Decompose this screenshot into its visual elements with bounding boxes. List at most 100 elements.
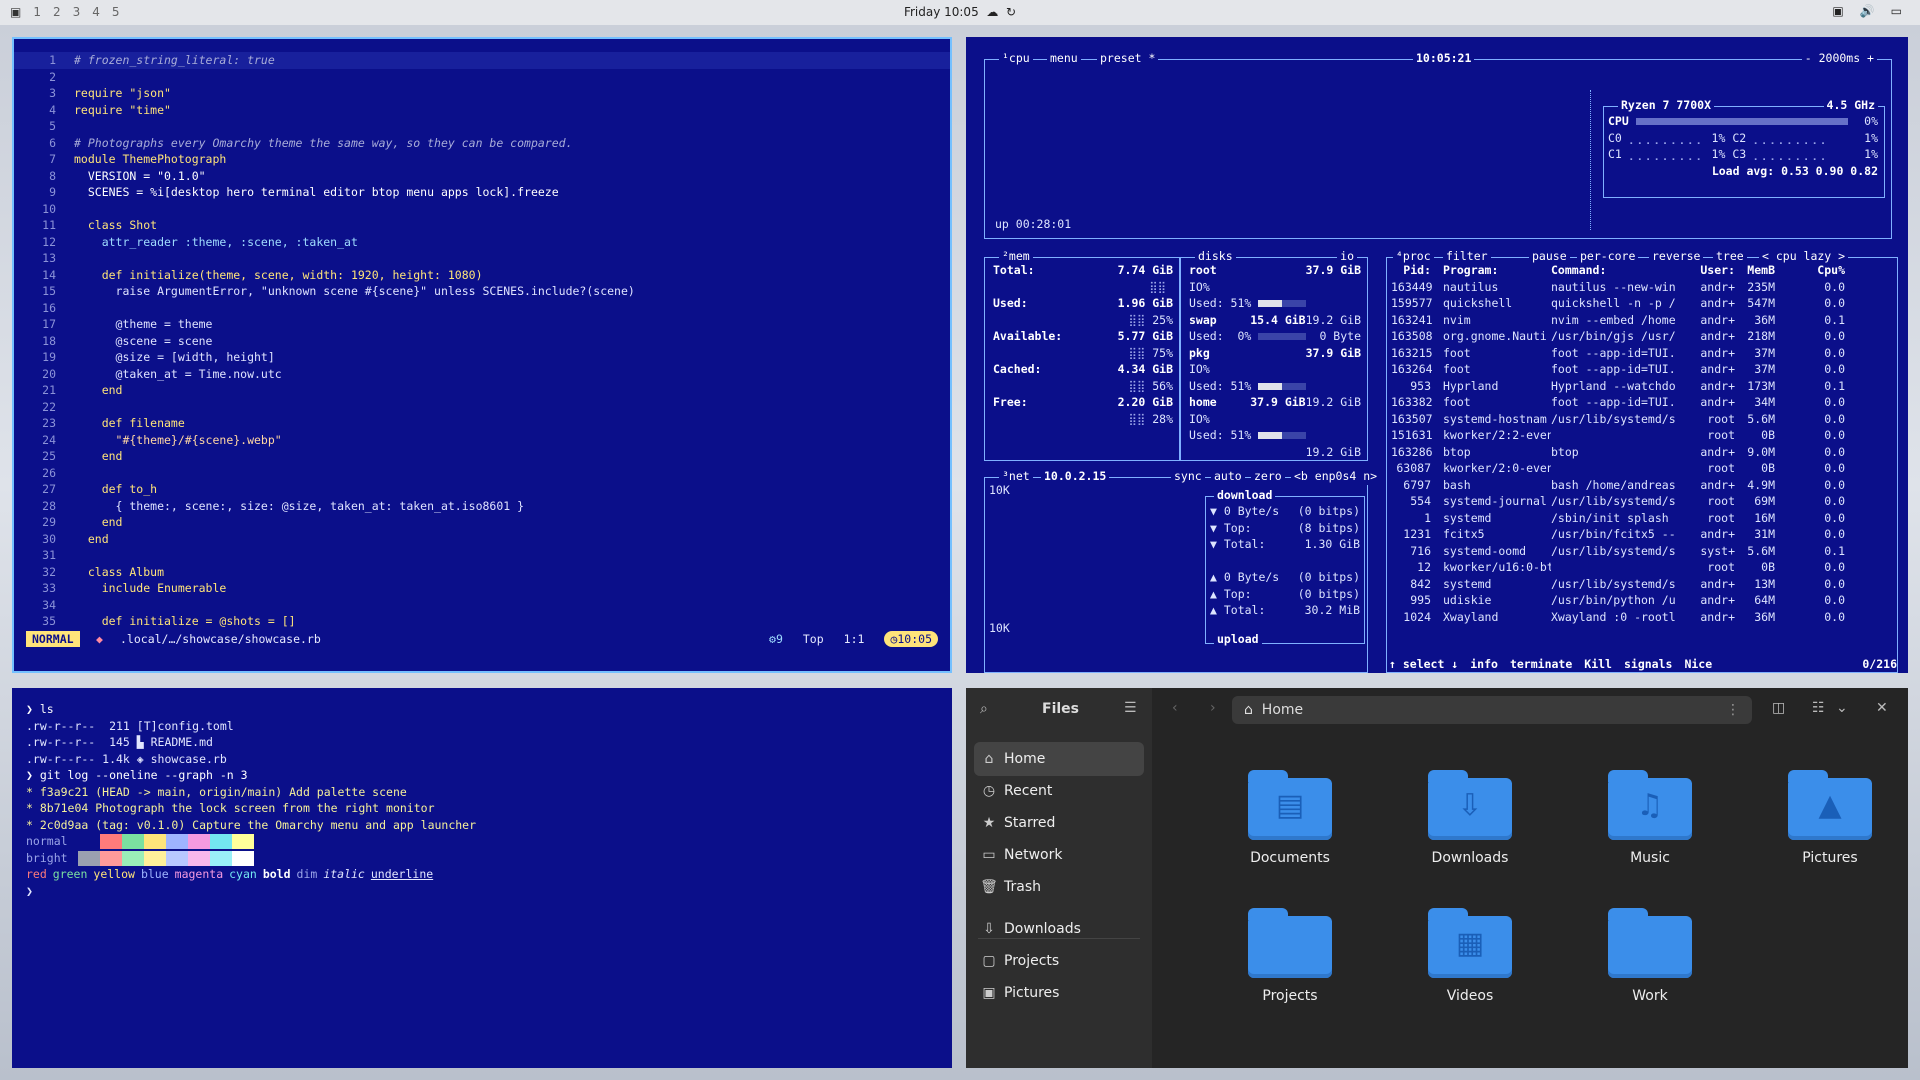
editor-line[interactable]: 18 @scene = scene <box>14 333 950 350</box>
editor-line[interactable]: 7 module ThemePhotograph <box>14 151 950 168</box>
folder-item[interactable]: Work <box>1580 908 1720 1004</box>
list-view-icon[interactable]: ☷ <box>1812 700 1825 716</box>
editor-line[interactable]: 28 { theme:, scene:, size: @size, taken_… <box>14 498 950 515</box>
proc-row[interactable]: 995 udiskie/usr/bin/python /u andr+ 64M 0.0 <box>1391 592 1887 609</box>
clock-text[interactable]: Friday 10:05 <box>904 5 979 19</box>
workspace-2[interactable]: 2 <box>53 5 61 19</box>
btop-window[interactable]: ¹cpu menu preset * 10:05:21 - 2000ms + u… <box>966 37 1908 673</box>
location-bar[interactable]: ⌂ Home ⋮ <box>1232 696 1752 724</box>
proc-footer-action[interactable]: terminate <box>1510 656 1572 673</box>
folder-item[interactable]: ▦ Videos <box>1400 908 1540 1004</box>
editor-window[interactable]: 1 # frozen_string_literal: true 2 3 require … <box>12 37 952 673</box>
editor-line[interactable]: 16 <box>14 300 950 317</box>
app-menu-icon[interactable]: ▣ <box>10 5 21 19</box>
terminal-window[interactable]: ❯ ls .rw-r--r-- 211 [T]config.toml .rw-r--… <box>12 688 952 1068</box>
editor-line[interactable]: 6 # Photographs every Omarchy theme the s… <box>14 135 950 152</box>
editor-line[interactable]: 5 <box>14 118 950 135</box>
cpu-tab[interactable]: ¹cpu <box>999 50 1033 67</box>
back-icon[interactable]: ‹ <box>1172 700 1178 716</box>
sidebar-item-downloads[interactable]: ⇩ Downloads <box>974 912 1144 946</box>
editor-line[interactable]: 27 def to_h <box>14 481 950 498</box>
sidebar-item-trash[interactable]: 🗑 Trash <box>974 870 1144 904</box>
proc-row[interactable]: 163241 nvim nvim --embed /home andr+ 36M 0.1 <box>1391 312 1887 329</box>
proc-row[interactable]: 1231 fcitx5/usr/bin/fcitx5 -- andr+ 31M 0.0 <box>1391 526 1887 543</box>
terminal-output[interactable]: ❯ ls .rw-r--r-- 211 [T]config.toml .rw-r--… <box>26 701 476 899</box>
sidebar-item-projects[interactable]: ▢ Projects <box>974 944 1144 978</box>
proc-row[interactable]: 163215 foot foot --app-id=TUI. andr+ 37M 0.0 <box>1391 345 1887 362</box>
workspace-3[interactable]: 3 <box>73 5 81 19</box>
proc-footer-action[interactable]: ↑ select ↓ <box>1389 656 1458 673</box>
terminal-prompt[interactable]: ❯ <box>26 883 476 900</box>
workspace-5[interactable]: 5 <box>112 5 120 19</box>
sidebar-item-home[interactable]: ⌂ Home <box>974 742 1144 776</box>
volume-icon[interactable]: 🔊 <box>1860 4 1875 18</box>
editor-line[interactable]: 24 "#{theme}/#{scene}.webp" <box>14 432 950 449</box>
proc-footer-action[interactable]: signals <box>1624 656 1672 673</box>
display-icon[interactable]: ▣ <box>1832 4 1843 18</box>
preset-tab[interactable]: preset * <box>1097 50 1159 67</box>
editor-line[interactable]: 13 <box>14 250 950 267</box>
net-sync[interactable]: sync <box>1171 468 1205 485</box>
editor-line[interactable]: 31 <box>14 547 950 564</box>
proc-row[interactable]: 163382 foot foot --app-id=TUI. andr+ 34M 0.0 <box>1391 394 1887 411</box>
editor-line[interactable]: 33 include Enumerable <box>14 580 950 597</box>
editor-line[interactable]: 8 VERSION = "0.1.0" <box>14 168 950 185</box>
editor-line[interactable]: 14 def initialize(theme, scene, width: 1… <box>14 267 950 284</box>
editor-line[interactable]: 11 class Shot <box>14 217 950 234</box>
editor-buffer[interactable]: 1 # frozen_string_literal: true 2 3 require … <box>14 52 950 630</box>
sidebar-item-pictures[interactable]: ▣ Pictures <box>974 976 1144 1010</box>
sidebar-item-network[interactable]: ▭ Network <box>974 838 1144 872</box>
folder-item[interactable]: ♫ Music <box>1580 770 1720 866</box>
proc-row[interactable]: 151631 kworker/2:2-even root 0B 0.0 <box>1391 427 1887 444</box>
editor-line[interactable]: 23 def filename <box>14 415 950 432</box>
editor-line[interactable]: 32 class Album <box>14 564 950 581</box>
folder-item[interactable]: ▲ Pictures <box>1760 770 1900 866</box>
forward-icon[interactable]: › <box>1210 700 1216 716</box>
more-icon[interactable]: ⋮ <box>1726 696 1740 724</box>
screen-icon[interactable]: ▭ <box>1891 4 1902 18</box>
editor-line[interactable]: 10 <box>14 201 950 218</box>
proc-row[interactable]: 716 systemd-oomd/usr/lib/systemd/s syst+ 5.… <box>1391 543 1887 560</box>
editor-line[interactable]: 19 @size = [width, height] <box>14 349 950 366</box>
editor-line[interactable]: 17 @theme = theme <box>14 316 950 333</box>
proc-row[interactable]: 163264 foot foot --app-id=TUI. andr+ 37M 0.0 <box>1391 361 1887 378</box>
editor-line[interactable]: 9 SCENES = %i[desktop hero terminal edit… <box>14 184 950 201</box>
editor-line[interactable]: 22 <box>14 399 950 416</box>
proc-row[interactable]: 1 systemd/sbin/init splash root 16M 0.0 <box>1391 510 1887 527</box>
close-icon[interactable]: ✕ <box>1876 700 1888 716</box>
proc-row[interactable]: 163507 systemd-hostnam/usr/lib/systemd/s r… <box>1391 411 1887 428</box>
editor-line[interactable]: 25 end <box>14 448 950 465</box>
proc-row[interactable]: 159577 quickshell quickshell -n -p / andr+ 5… <box>1391 295 1887 312</box>
editor-line[interactable]: 34 <box>14 597 950 614</box>
workspace-1[interactable]: 1 <box>33 5 41 19</box>
sidebar-item-recent[interactable]: ◷ Recent <box>974 774 1144 808</box>
folder-item[interactable]: Projects <box>1220 908 1360 1004</box>
proc-row[interactable]: 1024 Xwayland Xwayland :0 -rootl andr+ 36M 0.… <box>1391 609 1887 626</box>
editor-line[interactable]: 4 require "time" <box>14 102 950 119</box>
update-interval[interactable]: - 2000ms + <box>1801 50 1877 67</box>
proc-row[interactable]: 842 systemd/usr/lib/systemd/s andr+ 13M 0.0 <box>1391 576 1887 593</box>
editor-line[interactable]: 3 require "json" <box>14 85 950 102</box>
editor-line[interactable]: 29 end <box>14 514 950 531</box>
editor-line[interactable]: 26 <box>14 465 950 482</box>
folder-item[interactable]: ▤ Documents <box>1220 770 1360 866</box>
camera-icon[interactable]: ◫ <box>1772 700 1785 716</box>
menu-tab[interactable]: menu <box>1047 50 1081 67</box>
proc-footer-action[interactable]: info <box>1470 656 1498 673</box>
editor-line[interactable]: 20 @taken_at = Time.now.utc <box>14 366 950 383</box>
proc-footer-action[interactable]: Kill <box>1584 656 1612 673</box>
chevron-down-icon[interactable]: ⌄ <box>1836 700 1848 716</box>
proc-row[interactable]: 953 Hyprland Hyprland --watchdo andr+ 173M 0.… <box>1391 378 1887 395</box>
editor-line[interactable]: 35 def initialize = @shots = [] <box>14 613 950 630</box>
workspace-4[interactable]: 4 <box>92 5 100 19</box>
proc-row[interactable]: 12 kworker/u16:0-bt root 0B 0.0 <box>1391 559 1887 576</box>
editor-line[interactable]: 21 end <box>14 382 950 399</box>
editor-line[interactable]: 12 attr_reader :theme, :scene, :taken_at <box>14 234 950 251</box>
proc-row[interactable]: 163508 org.gnome.Nauti/usr/bin/gjs /usr/a… <box>1391 328 1887 345</box>
proc-row[interactable]: 163449 nautilus nautilus --new-win andr+ 235… <box>1391 279 1887 296</box>
folder-item[interactable]: ⇩ Downloads <box>1400 770 1540 866</box>
editor-line[interactable]: 2 <box>14 69 950 86</box>
editor-line[interactable]: 30 end <box>14 531 950 548</box>
editor-line[interactable]: 15 raise ArgumentError, "unknown scene #… <box>14 283 950 300</box>
net-interface[interactable]: <b enp0s4 n> <box>1291 468 1381 485</box>
